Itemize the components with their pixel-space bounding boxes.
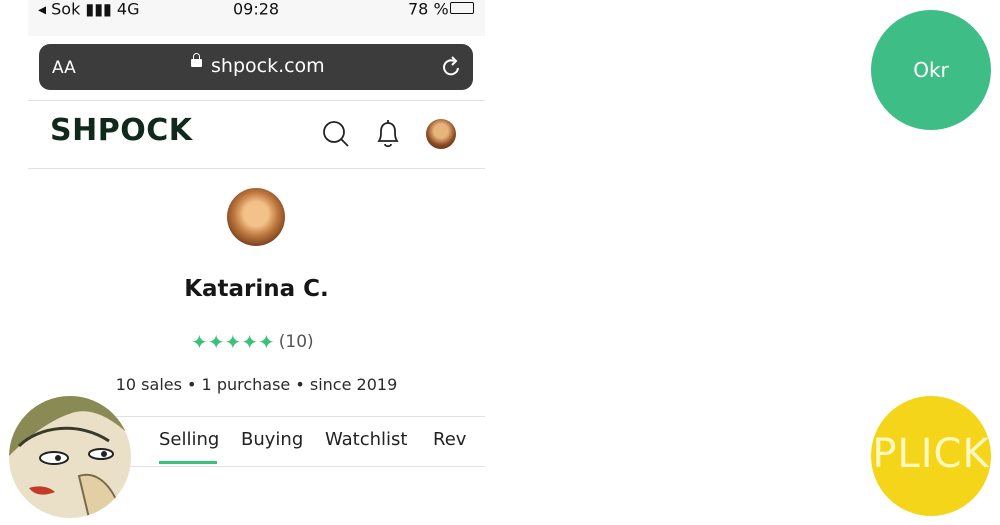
star-rating: ✦✦✦✦✦	[191, 330, 275, 354]
okr-badge: Okr	[871, 10, 991, 130]
tab-buying[interactable]: Buying	[241, 429, 303, 450]
battery-percent: 78 %	[408, 0, 449, 19]
profile-rating: ✦✦✦✦✦ (10)	[191, 330, 314, 354]
header-bottom-divider	[28, 168, 485, 169]
cartoon-face-illustration	[9, 396, 131, 518]
tab-watchlist[interactable]: Watchlist	[325, 429, 407, 450]
presenter-avatar	[9, 396, 131, 518]
url-text[interactable]: shpock.com	[211, 55, 325, 77]
search-icon[interactable]	[322, 119, 350, 149]
tab-reviews[interactable]: Rev	[433, 429, 466, 450]
profile-avatar	[227, 188, 285, 246]
carrier-signal: ◂ Sok ▮▮▮ 4G	[38, 0, 140, 19]
rating-count[interactable]: (10)	[279, 332, 314, 352]
status-bar: ◂ Sok ▮▮▮ 4G 09:28 78 %	[28, 0, 485, 36]
lock-icon	[191, 53, 202, 67]
plick-logo: PLICK	[871, 396, 991, 516]
selected-tab-indicator	[159, 461, 217, 464]
okr-label: Okr	[913, 58, 949, 82]
shpock-logo[interactable]: SHPOCK	[50, 113, 192, 148]
reload-icon[interactable]	[442, 56, 462, 78]
header-top-divider	[28, 100, 485, 101]
text-size-button[interactable]: AA	[52, 58, 76, 78]
profile-stats: 10 sales • 1 purchase • since 2019	[115, 375, 398, 394]
account-avatar[interactable]	[426, 119, 456, 149]
battery-icon	[450, 2, 474, 14]
status-clock: 09:28	[233, 0, 280, 19]
address-bar[interactable]: AA shpock.com	[39, 44, 473, 90]
tab-selling[interactable]: Selling	[159, 429, 219, 450]
bell-icon[interactable]	[373, 119, 403, 151]
plick-label: PLICK	[872, 431, 990, 477]
profile-name: Katarina C.	[184, 276, 329, 302]
